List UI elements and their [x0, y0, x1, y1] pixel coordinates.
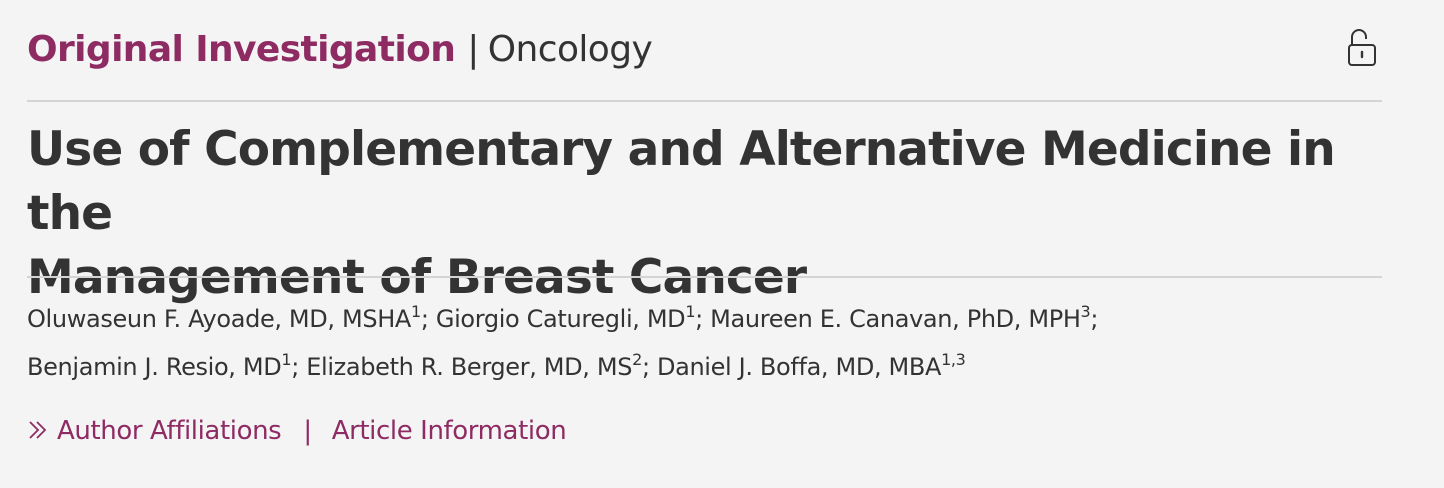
article-type-label[interactable]: Original Investigation [27, 29, 456, 70]
article-header: Original Investigation | Oncology [27, 26, 1382, 76]
title-divider [27, 276, 1382, 278]
article-title: Use of Complementary and Alternative Med… [27, 118, 1397, 310]
author-affiliations-link[interactable]: Author Affiliations [57, 416, 282, 446]
affiliation-marker: 2 [632, 350, 642, 369]
article-title-line-1: Use of Complementary and Alternative Med… [27, 122, 1336, 241]
author-separator: ; [291, 353, 307, 381]
article-info-links: Author Affiliations | Article Information [27, 411, 567, 451]
double-chevron-right-icon[interactable] [27, 413, 49, 439]
affiliation-marker: 1 [281, 350, 292, 369]
affiliation-marker: 1 [685, 302, 696, 321]
article-category: Original Investigation | Oncology [27, 26, 653, 74]
author-name[interactable]: Benjamin J. Resio, MD [27, 353, 282, 381]
category-separator: | [467, 29, 479, 70]
author-name[interactable]: Maureen E. Canavan, PhD, MPH [710, 305, 1081, 333]
unlocked-padlock-icon[interactable] [1342, 26, 1382, 70]
author-separator: ; [1090, 305, 1099, 333]
author-separator: ; [641, 353, 657, 381]
affiliation-marker: 3 [1080, 302, 1091, 321]
author-list: Oluwaseun F. Ayoade, MD, MSHA1; Giorgio … [27, 295, 1387, 391]
author-name[interactable]: Daniel J. Boffa, MD, MBA [657, 353, 941, 381]
links-separator: | [303, 416, 312, 446]
affiliation-marker: 1,3 [941, 350, 966, 369]
author-name[interactable]: Oluwaseun F. Ayoade, MD, MSHA [27, 305, 411, 333]
author-separator: ; [695, 305, 711, 333]
subject-category-label[interactable]: Oncology [488, 29, 653, 70]
author-separator: ; [420, 305, 436, 333]
header-divider [27, 100, 1382, 102]
article-information-link[interactable]: Article Information [332, 416, 567, 446]
author-line-2: Benjamin J. Resio, MD1; Elizabeth R. Ber… [27, 343, 1387, 391]
affiliation-marker: 1 [410, 302, 421, 321]
author-name[interactable]: Giorgio Caturegli, MD [436, 305, 686, 333]
author-line-1: Oluwaseun F. Ayoade, MD, MSHA1; Giorgio … [27, 295, 1387, 343]
author-name[interactable]: Elizabeth R. Berger, MD, MS [306, 353, 632, 381]
